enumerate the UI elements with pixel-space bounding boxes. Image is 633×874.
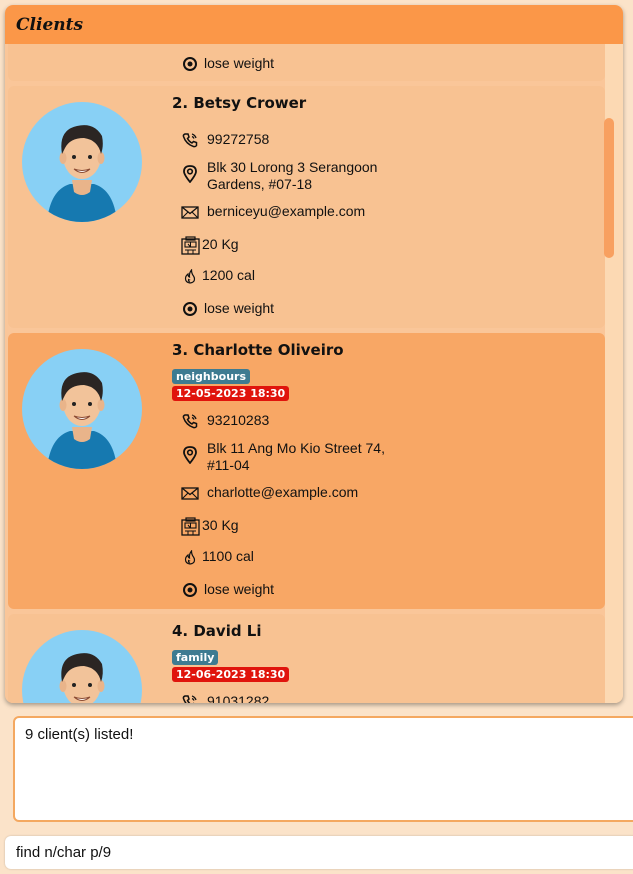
avatar <box>22 630 142 703</box>
calories-text: 1200 cal <box>202 267 255 283</box>
address-line-1: Blk 30 Lorong 3 Serangoon <box>207 159 378 175</box>
calories-text: 1100 cal <box>202 548 254 564</box>
goal-text: lose weight <box>204 581 275 597</box>
phone-icon <box>180 412 200 430</box>
phone-icon <box>180 131 200 149</box>
weighing-scale-icon <box>180 235 200 255</box>
client-list-panel: Clients lose weight 2. Betsy Crower 9927… <box>5 5 623 703</box>
goal-text: lose weight <box>204 300 275 316</box>
group-tag: family <box>172 650 219 665</box>
weighing-scale-icon <box>180 516 200 536</box>
weight-text: 20 Kg <box>202 236 239 252</box>
flame-icon <box>180 267 200 285</box>
client-card-3[interactable]: 3. Charlotte Oliveiro neighbours 12-05-2… <box>8 333 605 609</box>
envelope-icon <box>180 484 200 502</box>
avatar <box>22 102 142 222</box>
weight-text: 30 Kg <box>202 517 239 533</box>
email-text: berniceyu@example.com <box>207 203 366 219</box>
client-name: 4. David Li <box>172 622 262 640</box>
client-name: 2. Betsy Crower <box>172 94 307 112</box>
phone-text: 93210283 <box>207 412 270 428</box>
phone-text: 99272758 <box>207 131 270 147</box>
appointment-badge: 12-06-2023 18:30 <box>172 667 290 682</box>
panel-header: Clients <box>5 5 623 44</box>
client-card-1[interactable]: lose weight <box>8 44 605 81</box>
address-line-2: #11-04 <box>207 457 250 473</box>
email-text: charlotte@example.com <box>207 484 359 500</box>
result-text: 9 client(s) listed! <box>25 726 134 743</box>
address-line-2: Gardens, #07-18 <box>207 176 313 192</box>
phone-icon <box>180 693 200 703</box>
panel-title: Clients <box>16 15 84 35</box>
appointment-badge: 12-05-2023 18:30 <box>172 386 290 401</box>
goal-text: lose weight <box>204 55 275 71</box>
command-box[interactable]: find n/char p/9 <box>5 836 633 869</box>
client-card-4[interactable]: 4. David Li family 12-06-2023 18:30 9103… <box>8 614 605 703</box>
address-line-1: Blk 11 Ang Mo Kio Street 74, <box>207 440 385 456</box>
group-tag: neighbours <box>172 369 251 384</box>
envelope-icon <box>180 203 200 221</box>
target-icon <box>180 55 200 73</box>
client-list[interactable]: lose weight 2. Betsy Crower 99272758 Blk… <box>5 44 605 703</box>
location-pin-icon <box>180 446 200 464</box>
target-icon <box>180 581 200 599</box>
target-icon <box>180 300 200 318</box>
result-display: 9 client(s) listed! <box>13 716 633 822</box>
scrollbar-thumb[interactable] <box>604 118 614 258</box>
location-pin-icon <box>180 165 200 183</box>
phone-text: 91031282 <box>207 693 270 703</box>
client-name: 3. Charlotte Oliveiro <box>172 341 344 359</box>
command-input-text[interactable]: find n/char p/9 <box>16 844 111 861</box>
avatar <box>22 349 142 469</box>
client-card-2[interactable]: 2. Betsy Crower 99272758 Blk 30 Lorong 3… <box>8 86 605 328</box>
flame-icon <box>180 548 200 566</box>
